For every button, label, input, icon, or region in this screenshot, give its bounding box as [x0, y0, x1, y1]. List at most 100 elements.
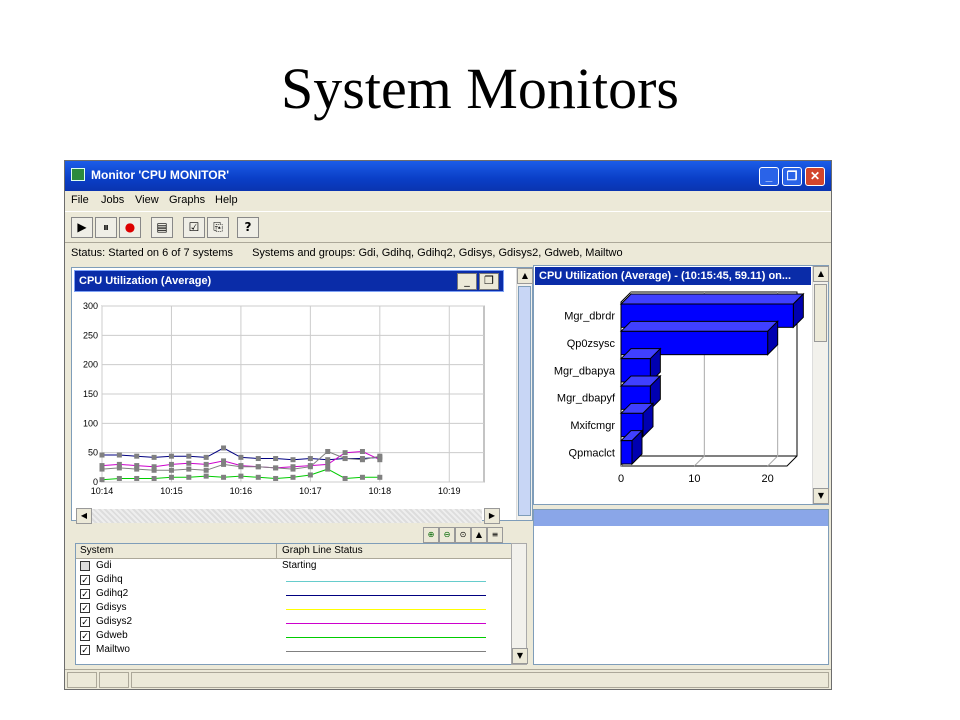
x-tick-label: 20	[762, 473, 774, 485]
graph-line-swatch	[286, 581, 486, 582]
table-row[interactable]: Gdi Starting	[76, 560, 516, 574]
scroll-left-arrow[interactable]: ◀	[76, 508, 92, 524]
graph-line-status-text: Starting	[282, 560, 317, 571]
header-divider	[276, 544, 277, 558]
data-point	[255, 464, 261, 470]
data-point	[290, 457, 296, 463]
data-point	[186, 466, 192, 472]
table-row[interactable]: ✓ Gdihq	[76, 574, 516, 588]
menu-view[interactable]: View	[135, 194, 159, 206]
details-pane	[533, 509, 829, 665]
category-label: Qpmaclct	[569, 447, 615, 459]
close-button[interactable]: ✕	[805, 167, 825, 186]
data-point	[221, 474, 227, 480]
status-line: Status: Started on 6 of 7 systems System…	[71, 247, 623, 259]
graph-line-swatch	[286, 595, 486, 596]
table-row[interactable]: ✓ Mailtwo	[76, 644, 516, 658]
scroll-up-arrow[interactable]: ▲	[517, 268, 533, 284]
status-cell-1	[67, 672, 97, 688]
system-name: Gdisys	[96, 602, 127, 613]
system-list-scrollbar[interactable]: ▼	[511, 543, 528, 665]
system-checkbox[interactable]: ✓	[80, 645, 90, 655]
table-row[interactable]: ✓ Gdihq2	[76, 588, 516, 602]
system-checkbox[interactable]: ✓	[80, 603, 90, 613]
system-checkbox[interactable]: ✓	[80, 617, 90, 627]
data-point	[186, 460, 192, 466]
y-tick-label: 250	[83, 330, 98, 340]
record-icon[interactable]: ●	[119, 217, 141, 238]
right-scroll-down-arrow[interactable]: ▼	[813, 488, 829, 504]
help-icon[interactable]: ?	[237, 217, 259, 238]
left-pane-vertical-scrollbar[interactable]: ▲	[516, 268, 533, 520]
zoom-in-icon[interactable]: ⊕	[423, 527, 439, 543]
menu-file[interactable]: File	[71, 194, 89, 206]
data-point	[168, 461, 174, 467]
zoom-out-icon[interactable]: ⊖	[439, 527, 455, 543]
zoom-controls: ⊕ ⊖ ⊙ ▲ ≡	[423, 527, 515, 543]
data-point	[307, 472, 313, 478]
check-icon[interactable]: ☑	[183, 217, 205, 238]
data-point	[203, 467, 209, 473]
data-point	[325, 448, 331, 454]
data-point	[99, 452, 105, 458]
table-row[interactable]: ✓ Gdweb	[76, 630, 516, 644]
data-point	[290, 474, 296, 480]
system-checkbox[interactable]: ✓	[80, 589, 90, 599]
data-point	[359, 457, 365, 463]
data-point	[273, 475, 279, 481]
data-point	[377, 474, 383, 480]
right-pane-vertical-scrollbar[interactable]: ▲ ▼	[812, 266, 829, 504]
system-name: Mailtwo	[96, 644, 130, 655]
scroll-thumb[interactable]	[518, 286, 531, 516]
left-pane-minimize-button[interactable]: _	[457, 273, 477, 290]
data-point	[221, 461, 227, 467]
data-point	[186, 453, 192, 459]
system-checkbox[interactable]: ✓	[80, 631, 90, 641]
menu-help[interactable]: Help	[215, 194, 238, 206]
left-pane-title: CPU Utilization (Average)	[79, 275, 212, 287]
menu-jobs[interactable]: Jobs	[101, 194, 124, 206]
zoom-reset-icon[interactable]: ⊙	[455, 527, 471, 543]
menu-graphs[interactable]: Graphs	[169, 194, 205, 206]
right-pane-titlebar[interactable]: CPU Utilization (Average) - (10:15:45, 5…	[535, 267, 811, 285]
data-point	[307, 456, 313, 462]
data-point	[342, 450, 348, 456]
right-scroll-up-arrow[interactable]: ▲	[813, 266, 829, 282]
scroll-down-arrow[interactable]: ▼	[512, 648, 528, 664]
data-point	[290, 466, 296, 472]
table-row[interactable]: ✓ Gdisys2	[76, 616, 516, 630]
right-scroll-thumb[interactable]	[814, 284, 827, 342]
system-checkbox[interactable]	[80, 561, 90, 571]
y-tick-label: 100	[83, 418, 98, 428]
horizontal-scroll-track[interactable]	[92, 509, 482, 523]
restore-button[interactable]: ❐	[782, 167, 802, 186]
data-point	[255, 474, 261, 480]
x-tick-label: 0	[618, 473, 624, 485]
system-checkbox[interactable]: ✓	[80, 575, 90, 585]
right-pane-title: CPU Utilization (Average) - (10:15:45, 5…	[539, 270, 792, 282]
table-row[interactable]: ✓ Gdisys	[76, 602, 516, 616]
copy-icon[interactable]: ⎘	[207, 217, 229, 238]
left-pane-restore-button[interactable]: ❐	[479, 273, 499, 290]
x-tick-label: 10:16	[230, 486, 253, 496]
header-system[interactable]: System	[80, 545, 113, 556]
scroll-right-arrow[interactable]: ▶	[484, 508, 500, 524]
properties-icon[interactable]: ▤	[151, 217, 173, 238]
pause-icon[interactable]: ⏸	[95, 217, 117, 238]
window-titlebar[interactable]: Monitor 'CPU MONITOR' _ ❐ ✕	[65, 161, 831, 191]
data-point	[307, 464, 313, 470]
graph-line-swatch	[286, 623, 486, 624]
list-icon[interactable]: ≡	[487, 527, 503, 543]
start-icon[interactable]: ▶	[71, 217, 93, 238]
x-tick-label: 10:19	[438, 486, 461, 496]
data-point	[116, 465, 122, 471]
collapse-icon[interactable]: ▲	[471, 527, 487, 543]
left-pane-titlebar[interactable]: CPU Utilization (Average) _ ❐	[74, 270, 504, 292]
bar-graph-pane: CPU Utilization (Average) - (10:15:45, 5…	[533, 265, 829, 505]
minimize-button[interactable]: _	[759, 167, 779, 186]
header-graph-line-status[interactable]: Graph Line Status	[282, 545, 363, 556]
y-tick-label: 300	[83, 301, 98, 311]
monitor-window: Monitor 'CPU MONITOR' _ ❐ ✕ File Jobs Vi…	[64, 160, 832, 690]
slide-title: System Monitors	[281, 56, 679, 121]
data-point	[238, 473, 244, 479]
